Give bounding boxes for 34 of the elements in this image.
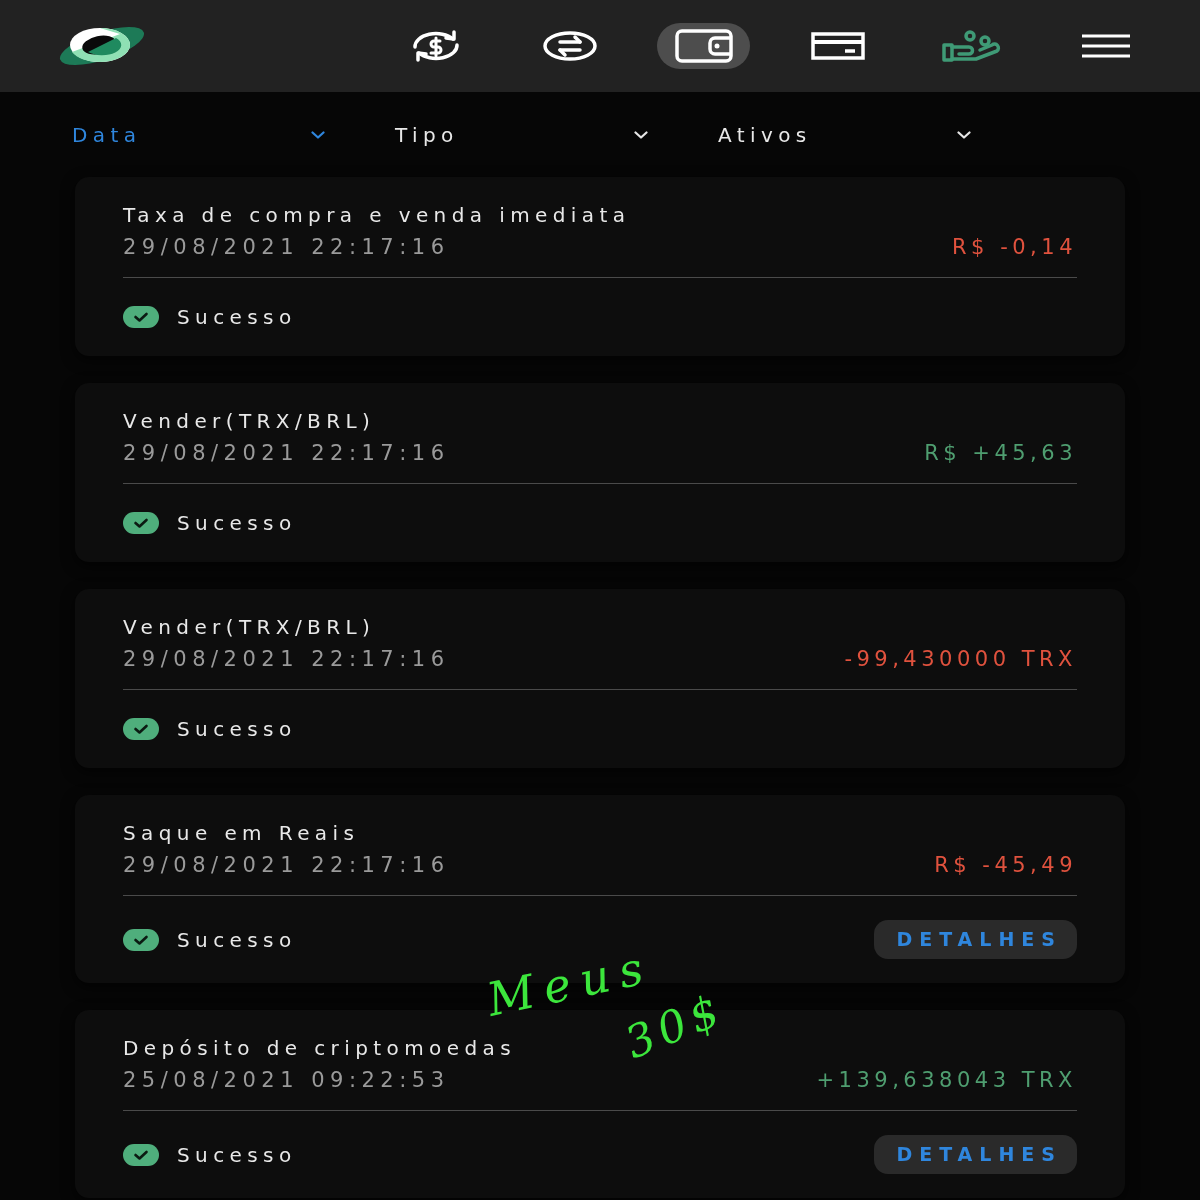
ring-logo-icon (58, 24, 146, 68)
status-label: Sucesso (177, 304, 297, 331)
check-icon (123, 306, 159, 328)
chevron-down-icon (957, 130, 971, 139)
details-button[interactable]: DETALHES (874, 920, 1077, 959)
status-label: Sucesso (177, 510, 297, 537)
transaction-amount: R$ +45,63 (924, 440, 1077, 467)
transaction-date: 29/08/2021 22:17:16 (123, 646, 450, 673)
nav-button[interactable] (657, 23, 750, 69)
transaction-amount: R$ -45,49 (934, 852, 1077, 879)
filter-dropdown[interactable]: Data (72, 119, 325, 150)
check-icon (123, 928, 159, 951)
transaction-amount: +139,638043 TRX (816, 1067, 1077, 1094)
transaction-date: 29/08/2021 22:17:16 (123, 234, 450, 261)
status-label: Sucesso (177, 926, 297, 954)
filter-dropdown[interactable]: Tipo (395, 119, 648, 150)
details-button[interactable]: DETALHES (874, 1135, 1077, 1174)
transaction-date: 29/08/2021 22:17:16 (123, 852, 450, 879)
check-icon (123, 718, 159, 740)
transaction-date: 29/08/2021 22:17:16 (123, 440, 450, 467)
status-label: Sucesso (177, 1141, 297, 1169)
status-label: Sucesso (177, 716, 297, 743)
transaction-title: Saque em Reais (123, 820, 361, 847)
transaction-title: Taxa de compra e venda imediata (123, 202, 632, 229)
chevron-down-icon (634, 130, 648, 139)
transaction-date: 25/08/2021 09:22:53 (123, 1067, 450, 1094)
filter-dropdown[interactable]: Ativos (718, 119, 971, 150)
transaction-amount: -99,430000 TRX (844, 646, 1077, 673)
check-icon (123, 1143, 159, 1166)
check-icon (123, 512, 159, 534)
transaction-amount: R$ -0,14 (952, 234, 1077, 261)
transaction-title: Vender(TRX/BRL) (123, 614, 377, 641)
chevron-down-icon (311, 130, 325, 139)
transaction-title: Vender(TRX/BRL) (123, 408, 377, 435)
